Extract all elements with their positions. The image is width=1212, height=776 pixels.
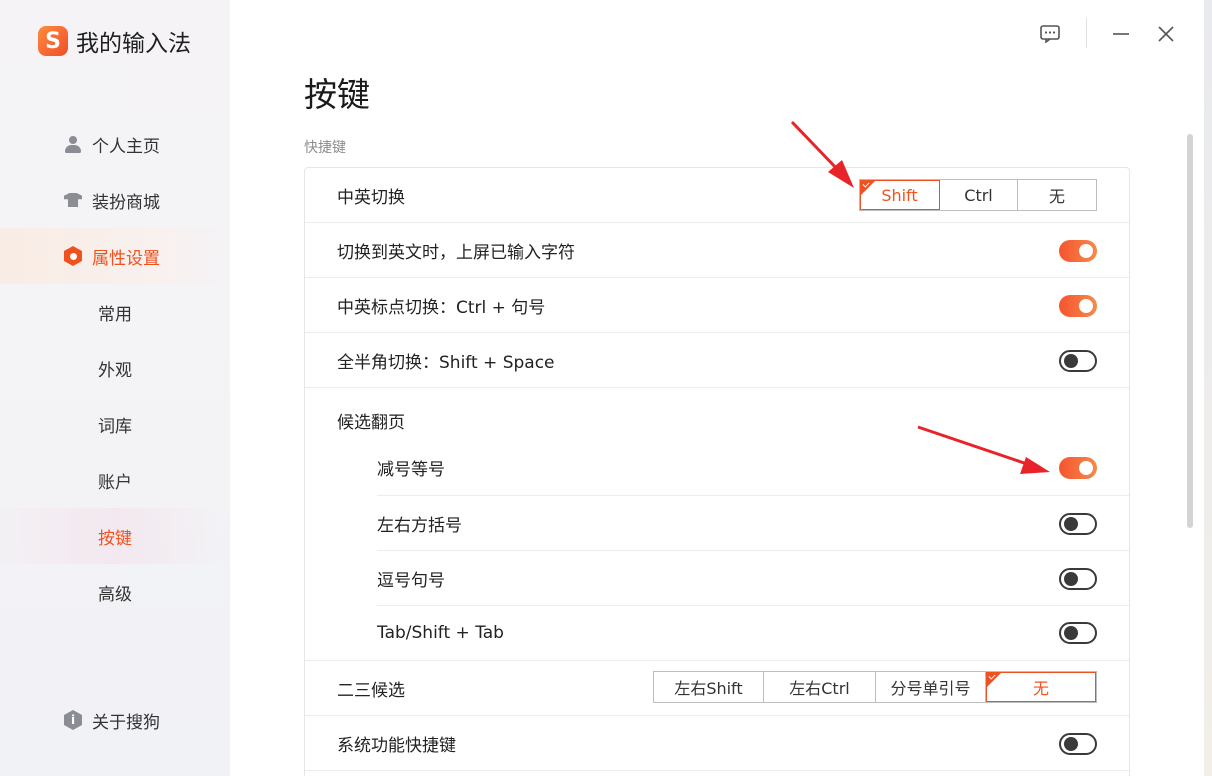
row-label: Tab/Shift + Tab (377, 622, 504, 643)
shirt-icon (64, 191, 82, 209)
tab-toggle[interactable] (1059, 621, 1097, 644)
row-commit-on-switch: 切换到英文时，上屏已输入字符 (305, 223, 1129, 278)
row-tab: Tab/Shift + Tab (305, 605, 1129, 660)
sidebar-subitem-label: 按键 (98, 528, 132, 549)
comma-period-toggle[interactable] (1059, 567, 1097, 590)
scrollbar-thumb[interactable] (1187, 134, 1193, 528)
sidebar: S 我的输入法 个人主页 装扮商城 属性设置 常用 外观 词库 账户 按键 高级… (0, 0, 230, 776)
brackets-toggle[interactable] (1059, 512, 1097, 535)
sidebar-subitem-keys[interactable]: 按键 (0, 508, 230, 564)
section-label: 快捷键 (304, 140, 346, 156)
sidebar-item-about[interactable]: i 关于搜狗 (0, 692, 230, 748)
cn-en-switch-segmented: Shift Ctrl 无 (859, 179, 1097, 211)
titlebar-separator (1086, 18, 1087, 48)
row-label: 二三候选 (337, 681, 405, 701)
brand-name: 我的输入法 (76, 31, 191, 57)
sidebar-subitem-label: 常用 (98, 304, 132, 325)
row-label: 减号等号 (377, 460, 445, 480)
sidebar-subitem-dictionary[interactable]: 词库 (0, 396, 230, 452)
settings-window: S 我的输入法 个人主页 装扮商城 属性设置 常用 外观 词库 账户 按键 高级… (0, 0, 1204, 776)
settings-card: 中英切换 Shift Ctrl 无 切换到英文时，上屏已输入字符 中英标点切换：… (304, 167, 1130, 776)
width-switch-toggle[interactable] (1059, 349, 1097, 372)
punct-switch-toggle[interactable] (1059, 294, 1097, 317)
row-system-shortcuts: 系统功能快捷键 (305, 716, 1129, 771)
minus-equal-toggle[interactable] (1059, 456, 1097, 479)
brand: S 我的输入法 (38, 24, 191, 58)
option-ctrl[interactable]: Ctrl (940, 180, 1018, 210)
sidebar-item-label: 关于搜狗 (92, 712, 160, 733)
row-label: 切换到英文时，上屏已输入字符 (337, 243, 575, 263)
sidebar-item-label: 属性设置 (92, 248, 160, 269)
row-label: 中英切换 (337, 188, 405, 208)
close-icon[interactable] (1152, 20, 1180, 48)
settings-hex-icon (64, 246, 82, 266)
row-second-third: 二三候选 左右Shift 左右Ctrl 分号单引号 无 (305, 661, 1129, 716)
info-icon: i (64, 710, 82, 730)
sidebar-subitem-appearance[interactable]: 外观 (0, 340, 230, 396)
row-comma-period: 逗号句号 (305, 551, 1129, 606)
sidebar-subitem-advanced[interactable]: 高级 (0, 564, 230, 620)
option-none[interactable]: 无 (986, 672, 1096, 702)
sidebar-item-settings[interactable]: 属性设置 (0, 228, 230, 284)
divider (305, 387, 1129, 388)
feedback-icon[interactable] (1036, 20, 1064, 48)
divider (305, 770, 1129, 771)
row-cn-en-switch: 中英切换 Shift Ctrl 无 (305, 168, 1129, 223)
row-label: 全半角切换：Shift + Space (337, 353, 555, 373)
option-none[interactable]: 无 (1018, 180, 1096, 210)
option-semicolon-quote[interactable]: 分号单引号 (876, 672, 986, 702)
page-title: 按键 (304, 75, 370, 114)
person-icon (64, 135, 82, 153)
row-label: 候选翻页 (337, 413, 405, 433)
option-left-right-shift[interactable]: 左右Shift (654, 672, 764, 702)
sogou-logo-icon: S (38, 26, 68, 56)
sidebar-item-label: 个人主页 (92, 136, 160, 157)
row-width-switch: 全半角切换：Shift + Space (305, 333, 1129, 388)
minimize-icon[interactable] (1107, 20, 1135, 48)
option-left-right-ctrl[interactable]: 左右Ctrl (764, 672, 876, 702)
sidebar-subitem-account[interactable]: 账户 (0, 452, 230, 508)
row-label: 系统功能快捷键 (337, 736, 456, 756)
background-edge (1204, 0, 1212, 776)
sidebar-subitem-label: 外观 (98, 360, 132, 381)
sidebar-subitem-label: 高级 (98, 584, 132, 605)
row-label: 左右方括号 (377, 516, 462, 536)
sidebar-subitem-common[interactable]: 常用 (0, 284, 230, 340)
row-minus-equal: 减号等号 (305, 440, 1129, 495)
second-third-segmented: 左右Shift 左右Ctrl 分号单引号 无 (653, 671, 1097, 703)
sidebar-subitem-label: 词库 (98, 416, 132, 437)
row-label: 逗号句号 (377, 571, 445, 591)
sidebar-item-profile[interactable]: 个人主页 (0, 116, 230, 172)
row-brackets: 左右方括号 (305, 496, 1129, 551)
row-punct-switch: 中英标点切换：Ctrl + 句号 (305, 278, 1129, 333)
row-label: 中英标点切换：Ctrl + 句号 (337, 298, 546, 318)
sidebar-subitem-label: 账户 (98, 472, 132, 493)
sidebar-item-label: 装扮商城 (92, 192, 160, 213)
system-shortcuts-toggle[interactable] (1059, 732, 1097, 755)
sidebar-item-skin-store[interactable]: 装扮商城 (0, 172, 230, 228)
option-shift[interactable]: Shift (860, 180, 940, 210)
commit-on-switch-toggle[interactable] (1059, 239, 1097, 262)
